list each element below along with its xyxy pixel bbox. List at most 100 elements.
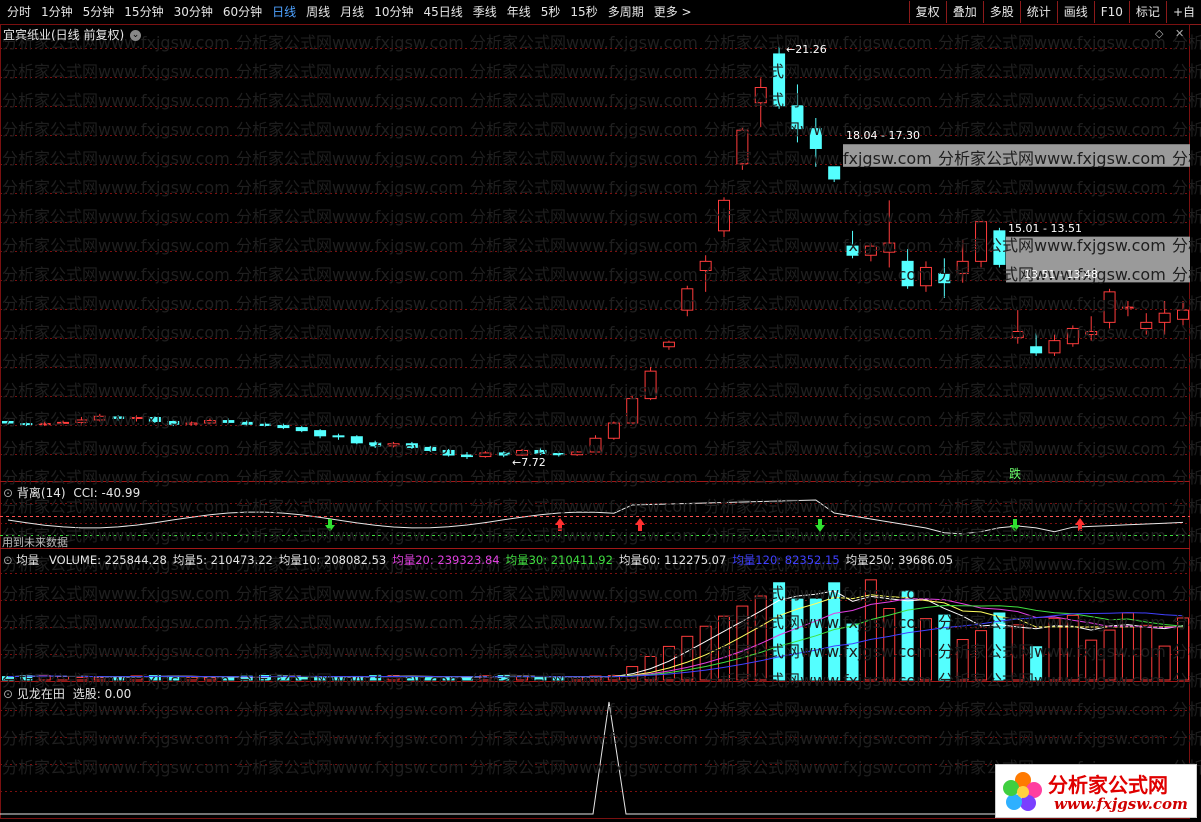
candle-body <box>644 370 657 400</box>
candle-body <box>1011 331 1024 339</box>
high-price-label: ←21.26 <box>786 43 827 56</box>
candle-body <box>240 421 253 425</box>
volume-bar <box>1011 624 1024 681</box>
panel-toggle-icon[interactable]: ⊙ <box>3 687 13 701</box>
candle-body <box>607 422 620 439</box>
volume-bar <box>809 598 822 681</box>
cci-header: ⊙ 背离(14) CCI: -40.99 <box>3 484 140 501</box>
logo-url: www.fxjgsw.com <box>1054 795 1188 813</box>
cci-value: CCI: -40.99 <box>73 486 141 500</box>
volume-ma-label-2: 均量10: 208082.53 <box>278 553 387 567</box>
candle-body <box>773 53 786 107</box>
candle-body <box>736 129 749 165</box>
candle-body <box>57 421 70 424</box>
chevron-down-icon[interactable]: ⌄ <box>130 30 142 41</box>
candle-body <box>1140 321 1153 329</box>
volume-bar <box>993 612 1006 681</box>
resistance-zone-1 <box>843 144 1190 167</box>
volume-bar <box>1048 617 1061 681</box>
volume-ma-label-3: 均量20: 239323.84 <box>392 553 500 567</box>
stock-title[interactable]: 宜宾纸业(日线 前复权) ⌄ <box>3 26 142 43</box>
candle-body <box>167 420 180 425</box>
panel-toggle-icon[interactable]: ⊙ <box>3 553 13 567</box>
bottom-value: 选股: 0.00 <box>72 687 132 701</box>
buy-arrow-icon <box>1075 518 1085 531</box>
volume-ma-label-1: 均量5: 210473.22 <box>172 553 273 567</box>
candle-body <box>295 427 308 432</box>
volume-bar <box>552 677 565 681</box>
volume-bar <box>203 677 216 681</box>
volume-ma-line <box>7 598 1184 678</box>
volume-bar <box>2 676 14 681</box>
candle-body <box>20 423 33 426</box>
candle-body <box>1048 340 1061 354</box>
candle-body <box>975 221 988 262</box>
volume-ma-line <box>7 590 1184 678</box>
candle-body <box>148 417 161 422</box>
stock-title-text: 宜宾纸业(日线 前复权) <box>3 28 125 42</box>
candle-body <box>864 245 877 256</box>
volume-bar <box>93 677 106 681</box>
volume-bar <box>956 639 969 681</box>
candle-body <box>919 266 932 287</box>
logo-text: 分析家公式网 <box>1048 773 1168 797</box>
candle-body <box>332 435 345 438</box>
candle-body <box>1121 306 1134 309</box>
candle-body <box>1085 331 1098 336</box>
cci-name[interactable]: 背离(14) <box>17 486 66 500</box>
candle-body <box>1030 346 1043 354</box>
candle-body <box>185 422 198 425</box>
volume-name[interactable]: 均量 <box>16 553 39 567</box>
volume-ma-label-6: 均量120: 82352.15 <box>732 553 840 567</box>
candle-body <box>901 260 914 287</box>
candle-body <box>75 419 88 423</box>
volume-bar <box>222 676 235 681</box>
volume-bar <box>938 614 951 681</box>
stock-chart[interactable] <box>0 0 1201 822</box>
volume-bar <box>57 675 70 681</box>
zone3-label: 13.51 - 13.48 <box>1024 268 1098 281</box>
candle-body <box>516 449 529 456</box>
volume-bar <box>681 635 694 681</box>
candle-body <box>369 442 382 447</box>
candle-body <box>791 105 804 130</box>
candle-body <box>277 424 290 429</box>
candle-body <box>112 416 125 419</box>
volume-header: ⊙ 均量 VOLUME: 225844.28 均量5: 210473.22 均量10… <box>3 552 953 568</box>
candle-body <box>993 230 1006 265</box>
volume-bar <box>975 630 988 681</box>
volume-ma-label-5: 均量60: 112275.07 <box>618 553 727 567</box>
candle-body <box>130 417 143 420</box>
sell-arrow-icon <box>325 519 335 532</box>
candle-body <box>699 260 712 271</box>
close-icon[interactable]: ✕ <box>1175 27 1184 40</box>
volume-ma-line <box>7 604 1184 678</box>
volume-bar <box>314 677 327 681</box>
volume-ma-line <box>7 612 1184 678</box>
candle-body <box>662 341 675 348</box>
panel-toggle-icon[interactable]: ⊙ <box>3 486 13 500</box>
low-price-label: ←7.72 <box>512 456 546 469</box>
candle-body <box>442 449 455 456</box>
bottom-name[interactable]: 见龙在田 <box>17 687 65 701</box>
candle-body <box>314 430 327 437</box>
volume-bar <box>883 608 896 681</box>
candle-body <box>259 423 272 426</box>
candle-body <box>681 288 694 311</box>
candle-body <box>405 443 418 448</box>
arrow-left-icon: ← <box>512 456 522 469</box>
volume-ma-label-4: 均量30: 210411.92 <box>505 553 613 567</box>
candle-body <box>1158 312 1171 323</box>
candle-body <box>222 420 235 423</box>
volume-bar <box>1140 624 1153 681</box>
candle-body <box>479 452 492 458</box>
volume-bar <box>736 605 749 681</box>
volume-bar <box>75 676 88 681</box>
volume-bar <box>1103 629 1116 681</box>
candle-body <box>2 420 14 424</box>
volume-bar <box>534 676 547 681</box>
diamond-icon[interactable]: ◇ <box>1155 27 1163 40</box>
volume-ma-label-0: VOLUME: 225844.28 <box>48 553 167 567</box>
volume-bar <box>332 676 345 681</box>
volume-bar <box>295 676 308 681</box>
